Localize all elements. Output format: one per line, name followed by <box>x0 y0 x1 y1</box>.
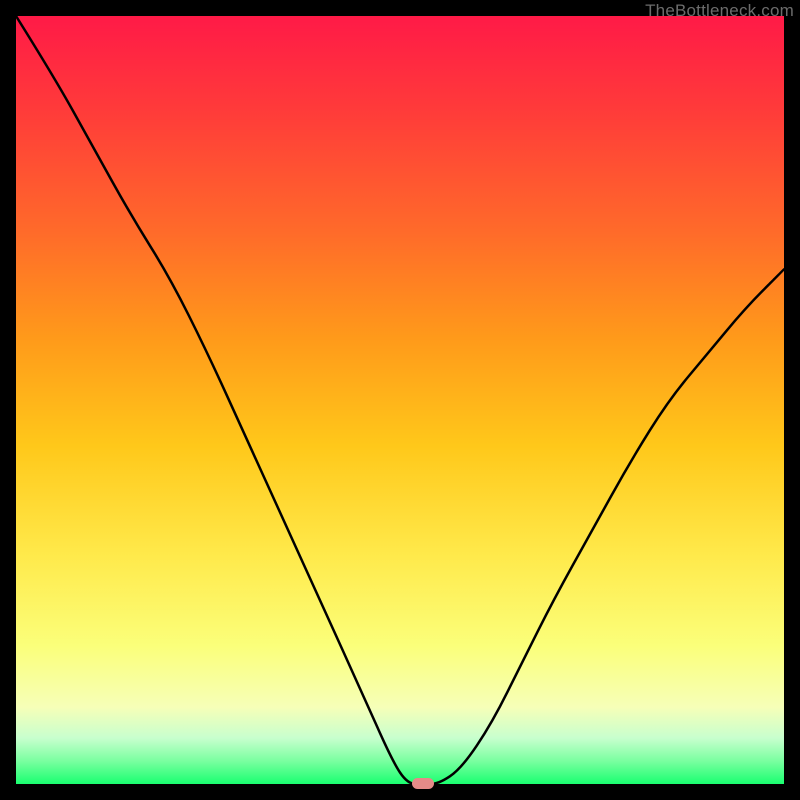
watermark-text: TheBottleneck.com <box>645 1 794 21</box>
chart-plot-area <box>16 16 784 784</box>
chart-frame: TheBottleneck.com <box>0 0 800 800</box>
bottleneck-curve <box>16 16 784 784</box>
optimal-point-marker <box>412 778 434 789</box>
chart-svg <box>16 16 784 784</box>
